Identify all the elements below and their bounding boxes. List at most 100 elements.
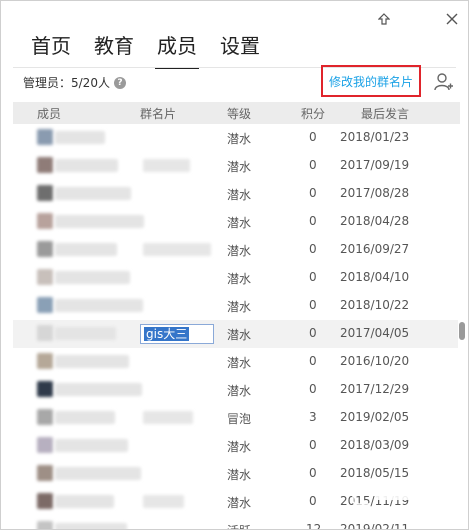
- help-icon[interactable]: ?: [113, 77, 126, 89]
- table-row[interactable]: 潜水 0 2018/04/10: [13, 264, 458, 292]
- member-name-redacted: [55, 523, 127, 529]
- avatar: [37, 297, 53, 313]
- points-cell: 0: [309, 130, 317, 144]
- avatar: [37, 381, 53, 397]
- points-cell: 0: [309, 354, 317, 368]
- col-level[interactable]: 等级: [227, 105, 251, 122]
- col-points[interactable]: 积分: [301, 105, 325, 122]
- level-cell: 潜水: [227, 468, 252, 482]
- add-member-icon[interactable]: [434, 72, 454, 92]
- admin-count-text: 管理员：5/20人: [23, 76, 110, 90]
- points-cell: 12: [306, 522, 322, 530]
- level-cell: 潜水: [227, 440, 252, 454]
- points-cell: 0: [309, 186, 317, 200]
- member-name-redacted: [55, 327, 116, 340]
- avatar: [37, 465, 53, 481]
- table-row[interactable]: 潜水 0 2018/04/28: [13, 208, 458, 236]
- level-cell: 潜水: [227, 188, 252, 202]
- table-row[interactable]: 冒泡 3 2019/02/05: [13, 404, 458, 432]
- level-cell: 潜水: [227, 384, 252, 398]
- tab-members[interactable]: 成员: [155, 31, 199, 69]
- points-cell: 0: [309, 466, 317, 480]
- member-name-redacted: [55, 159, 118, 172]
- level-cell: 潜水: [227, 244, 252, 258]
- avatar: [37, 437, 53, 453]
- tab-settings[interactable]: 设置: [218, 31, 262, 65]
- level-cell: 冒泡: [227, 412, 252, 426]
- last-speech-cell: 2017/09/19: [340, 158, 410, 172]
- scroll-thumb[interactable]: [459, 322, 465, 340]
- last-speech-cell: 2017/04/05: [340, 326, 410, 340]
- admin-count: 管理员：5/20人 ?: [23, 74, 126, 92]
- avatar: [37, 521, 53, 529]
- close-icon[interactable]: [442, 9, 462, 29]
- group-window: 首页 教育 成员 设置 管理员：5/20人 ? 修改我的群名片 成员 群名片 等…: [0, 0, 469, 530]
- member-name-redacted: [55, 383, 142, 396]
- last-speech-cell: 2018/04/10: [340, 270, 410, 284]
- last-speech-cell: 2018/10/22: [340, 298, 410, 312]
- member-name-redacted: [55, 467, 141, 480]
- table-row[interactable]: 活跃 12 2019/02/11: [13, 516, 458, 530]
- level-cell: 潜水: [227, 356, 252, 370]
- table-row[interactable]: 潜水 0 2017/12/29: [13, 376, 458, 404]
- pin-icon[interactable]: [374, 9, 394, 29]
- avatar: [37, 269, 53, 285]
- edit-my-card-button[interactable]: 修改我的群名片: [321, 65, 421, 97]
- avatar: [37, 129, 53, 145]
- col-card[interactable]: 群名片: [140, 105, 176, 122]
- table-row[interactable]: gis大三 潜水 0 2017/04/05: [13, 320, 458, 348]
- table-row[interactable]: 潜水 0 2018/10/22: [13, 292, 458, 320]
- table-header: 成员 群名片 等级 积分 最后发言: [13, 102, 460, 124]
- member-name-redacted: [55, 355, 129, 368]
- avatar: [37, 325, 53, 341]
- member-name-redacted: [55, 215, 144, 228]
- member-name-redacted: [55, 495, 114, 508]
- last-speech-cell: 2017/12/29: [340, 382, 410, 396]
- avatar: [37, 241, 53, 257]
- table-row[interactable]: 潜水 0 2016/09/27: [13, 236, 458, 264]
- last-speech-cell: 2017/08/28: [340, 186, 410, 200]
- member-name-redacted: [55, 243, 117, 256]
- table-row[interactable]: 潜水 0 2016/10/20: [13, 348, 458, 376]
- level-cell: 潜水: [227, 272, 252, 286]
- last-speech-cell: 2018/04/28: [340, 214, 410, 228]
- avatar: [37, 353, 53, 369]
- last-speech-cell: 2018/01/23: [340, 130, 410, 144]
- member-list: 潜水 0 2018/01/23 潜水 0 2017/09/19 潜水 0 2017/08/28 潜…: [13, 124, 458, 530]
- avatar: [37, 213, 53, 229]
- tab-education[interactable]: 教育: [92, 31, 136, 65]
- points-cell: 0: [309, 298, 317, 312]
- last-speech-cell: 2016/10/20: [340, 354, 410, 368]
- points-cell: 0: [309, 214, 317, 228]
- scrollbar[interactable]: [458, 124, 466, 526]
- table-row[interactable]: 潜水 0 2018/01/23: [13, 124, 458, 152]
- tab-home[interactable]: 首页: [29, 31, 73, 65]
- member-name-redacted: [55, 187, 131, 200]
- table-row[interactable]: 潜水 0 2018/05/15: [13, 460, 458, 488]
- member-name-redacted: [55, 299, 143, 312]
- points-cell: 0: [309, 326, 317, 340]
- card-edit-input[interactable]: gis大三: [140, 324, 214, 344]
- level-cell: 活跃: [227, 522, 251, 529]
- points-cell: 0: [309, 494, 317, 508]
- points-cell: 0: [309, 242, 317, 256]
- level-cell: 潜水: [227, 160, 252, 174]
- avatar: [37, 409, 53, 425]
- avatar: [37, 185, 53, 201]
- points-cell: 0: [309, 438, 317, 452]
- last-speech-cell: 2018/05/15: [340, 466, 410, 480]
- col-member[interactable]: 成员: [37, 105, 61, 122]
- level-cell: 潜水: [227, 496, 252, 510]
- col-last-speech[interactable]: 最后发言: [361, 105, 409, 122]
- avatar: [37, 157, 53, 173]
- member-name-redacted: [55, 271, 130, 284]
- points-cell: 0: [309, 382, 317, 396]
- last-speech-cell: 2019/02/11: [340, 522, 410, 530]
- card-edit-value: gis大三: [144, 327, 190, 341]
- card-redacted: [143, 159, 190, 172]
- table-row[interactable]: 潜水 0 2018/03/09: [13, 432, 458, 460]
- member-name-redacted: [55, 411, 115, 424]
- last-speech-cell: 2019/02/05: [340, 410, 410, 424]
- table-row[interactable]: 潜水 0 2017/09/19: [13, 152, 458, 180]
- table-row[interactable]: 潜水 0 2017/08/28: [13, 180, 458, 208]
